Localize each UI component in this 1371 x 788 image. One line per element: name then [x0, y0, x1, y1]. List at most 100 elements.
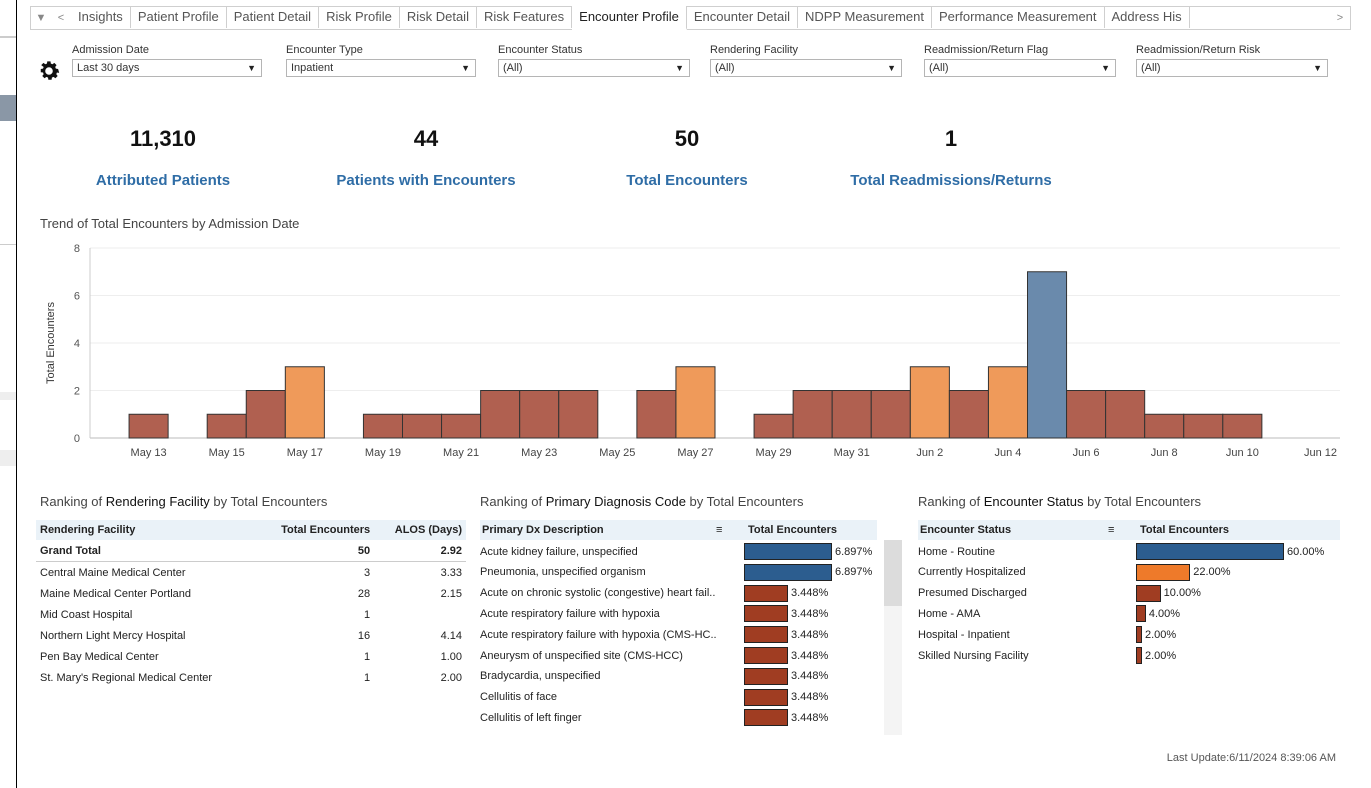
diagnosis-scrollbar[interactable]	[884, 540, 902, 735]
tab-performance-measurement[interactable]: Performance Measurement	[932, 6, 1105, 28]
trend-bar[interactable]	[870, 390, 911, 439]
ranking-bar[interactable]	[1136, 543, 1284, 560]
tab-risk-features[interactable]: Risk Features	[477, 6, 573, 28]
list-item[interactable]: Cellulitis of face 3.448%	[480, 687, 828, 708]
column-header[interactable]: Total Encounters	[748, 524, 837, 536]
filter-dropdown[interactable]: (All) ▼	[498, 59, 690, 77]
column-header[interactable]: Total Encounters	[255, 520, 375, 540]
filter-dropdown[interactable]: (All) ▼	[1136, 59, 1328, 77]
tab-patient-detail[interactable]: Patient Detail	[227, 6, 320, 28]
list-item[interactable]: Acute respiratory failure with hypoxia 3.…	[480, 603, 828, 624]
kpi-label[interactable]: Attributed Patients	[33, 172, 293, 189]
ranking-bar[interactable]	[744, 563, 832, 581]
list-item[interactable]: Presumed Discharged 10.00%	[918, 583, 1201, 604]
list-item[interactable]: Acute respiratory failure with hypoxia (…	[480, 624, 828, 645]
ranking-bar[interactable]	[1136, 605, 1146, 623]
sort-icon[interactable]: ≡	[1108, 524, 1134, 536]
trend-bar[interactable]	[245, 390, 286, 439]
trend-bar[interactable]	[753, 413, 794, 439]
trend-bar[interactable]	[1222, 413, 1263, 439]
ranking-bar[interactable]	[1136, 626, 1142, 644]
ranking-bar[interactable]	[744, 584, 788, 602]
tab-risk-detail[interactable]: Risk Detail	[400, 6, 477, 28]
bar-value-label: 3.448%	[790, 607, 829, 620]
ranking-bar[interactable]	[744, 688, 788, 706]
list-item[interactable]: Bradycardia, unspecified 3.448%	[480, 666, 828, 687]
trend-bar[interactable]	[1027, 271, 1068, 439]
list-item[interactable]: Home - Routine 60.00%	[918, 541, 1324, 562]
trend-bar[interactable]	[831, 390, 872, 439]
trend-bar[interactable]	[284, 366, 325, 439]
list-item[interactable]: Home - AMA 4.00%	[918, 603, 1180, 624]
list-item[interactable]: Acute kidney failure, unspecified 6.897%	[480, 541, 872, 562]
trend-bar[interactable]	[558, 390, 599, 439]
list-item-label: Hospital - Inpatient	[918, 628, 1010, 641]
list-item[interactable]: Pneumonia, unspecified organism 6.897%	[480, 562, 872, 583]
ranking-bar[interactable]	[1136, 647, 1142, 664]
ranking-bar[interactable]	[1136, 584, 1161, 602]
table-row[interactable]: Mid Coast Hospital 1	[36, 604, 466, 625]
sort-icon[interactable]: ≡	[716, 524, 742, 536]
table-row[interactable]: Maine Medical Center Portland 28 2.15	[36, 583, 466, 604]
trend-bar[interactable]	[675, 366, 716, 439]
tab-prev-icon[interactable]: <	[51, 12, 71, 24]
kpi-label[interactable]: Total Readmissions/Returns	[821, 172, 1081, 189]
scroll-thumb[interactable]	[884, 540, 902, 606]
table-row[interactable]: Pen Bay Medical Center 1 1.00	[36, 646, 466, 667]
tab-menu-icon[interactable]: ▼	[31, 12, 51, 24]
tab-ndpp-measurement[interactable]: NDPP Measurement	[798, 6, 932, 28]
tab-encounter-profile[interactable]: Encounter Profile	[572, 6, 687, 30]
trend-bar[interactable]	[1144, 413, 1185, 439]
ranking-bar[interactable]	[744, 667, 788, 685]
filter-dropdown[interactable]: Last 30 days ▼	[72, 59, 262, 77]
column-header[interactable]: Rendering Facility	[36, 520, 256, 540]
trend-bar[interactable]	[909, 366, 950, 439]
tab-next-icon[interactable]: >	[1330, 12, 1350, 24]
ranking-bar[interactable]	[1136, 563, 1191, 581]
column-header[interactable]: Encounter Status	[920, 524, 1108, 536]
trend-bar[interactable]	[792, 390, 833, 439]
filter-dropdown[interactable]: Inpatient ▼	[286, 59, 476, 77]
list-item[interactable]: Skilled Nursing Facility 2.00%	[918, 645, 1176, 666]
list-item[interactable]: Acute on chronic systolic (congestive) h…	[480, 583, 828, 604]
ranking-bar[interactable]	[744, 543, 832, 560]
table-row[interactable]: Central Maine Medical Center 3 3.33	[36, 562, 466, 584]
table-row[interactable]: Northern Light Mercy Hospital 16 4.14	[36, 625, 466, 646]
kpi-label[interactable]: Patients with Encounters	[296, 172, 556, 189]
trend-bar[interactable]	[948, 390, 989, 439]
trend-bar[interactable]	[362, 413, 403, 439]
tab-encounter-detail[interactable]: Encounter Detail	[687, 6, 799, 28]
list-item[interactable]: Cellulitis of left finger 3.448%	[480, 707, 828, 728]
table-row[interactable]: St. Mary's Regional Medical Center 1 2.00	[36, 667, 466, 688]
trend-bar[interactable]	[441, 413, 482, 439]
trend-bar[interactable]	[206, 413, 247, 439]
trend-bar[interactable]	[1066, 390, 1107, 439]
list-item[interactable]: Currently Hospitalized 22.00%	[918, 562, 1231, 583]
column-header[interactable]: ALOS (Days)	[374, 520, 466, 540]
trend-bar[interactable]	[402, 413, 443, 439]
ranking-bar[interactable]	[744, 709, 788, 727]
trend-bar[interactable]	[128, 413, 169, 439]
tab-insights[interactable]: Insights	[71, 6, 131, 28]
trend-bar[interactable]	[1183, 413, 1224, 439]
tab-address-his[interactable]: Address His	[1105, 6, 1190, 28]
tab-patient-profile[interactable]: Patient Profile	[131, 6, 227, 28]
trend-bar[interactable]	[1105, 390, 1146, 439]
list-item[interactable]: Hospital - Inpatient 2.00%	[918, 624, 1176, 645]
filter-dropdown[interactable]: (All) ▼	[924, 59, 1116, 77]
gear-icon[interactable]	[36, 58, 62, 84]
tab-risk-profile[interactable]: Risk Profile	[319, 6, 400, 28]
trend-bar[interactable]	[636, 390, 677, 439]
trend-bar[interactable]	[987, 366, 1028, 439]
list-item[interactable]: Aneurysm of unspecified site (CMS-HCC) 3.…	[480, 645, 828, 666]
column-header[interactable]: Primary Dx Description	[482, 524, 716, 536]
column-header[interactable]: Total Encounters	[1140, 524, 1229, 536]
ranking-bar[interactable]	[744, 626, 788, 644]
chevron-down-icon: ▼	[1101, 63, 1110, 73]
ranking-bar[interactable]	[744, 647, 788, 664]
trend-bar[interactable]	[480, 390, 521, 439]
filter-dropdown[interactable]: (All) ▼	[710, 59, 902, 77]
trend-bar[interactable]	[519, 390, 560, 439]
ranking-bar[interactable]	[744, 605, 788, 623]
kpi-label[interactable]: Total Encounters	[557, 172, 817, 189]
